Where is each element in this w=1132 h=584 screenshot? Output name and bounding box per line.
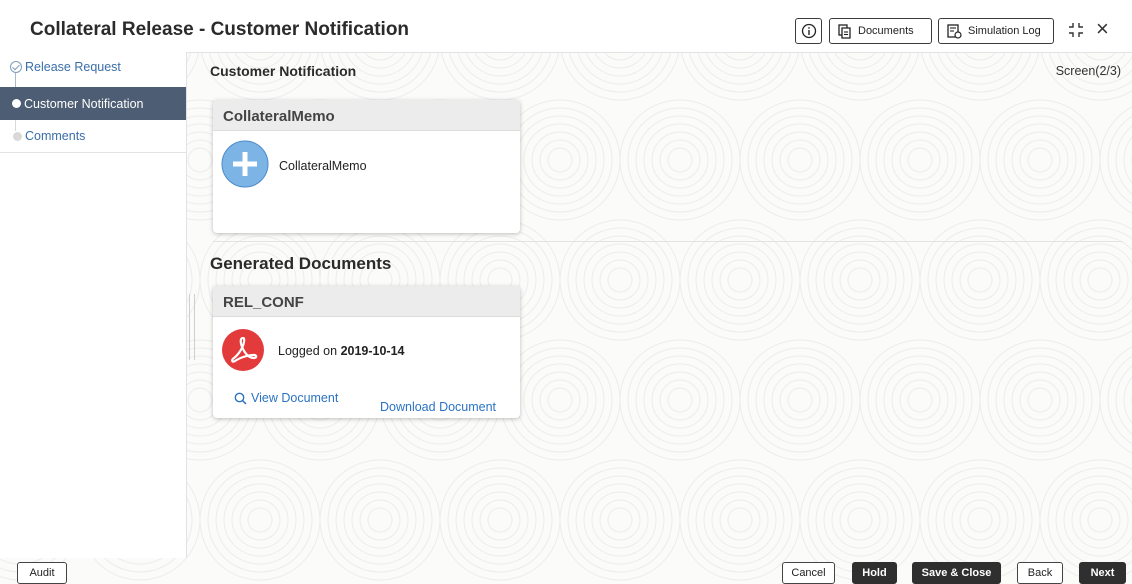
- collateral-memo-card: CollateralMemo CollateralMemo: [213, 100, 520, 233]
- download-document-link[interactable]: Download Document: [380, 400, 496, 414]
- sidebar-item-label: Comments: [25, 129, 86, 143]
- pdf-icon: [222, 329, 264, 371]
- logged-on-prefix: Logged on: [278, 344, 341, 358]
- completed-step-icon: [10, 61, 22, 73]
- add-icon: [221, 140, 269, 188]
- footer-bar: Audit Cancel Hold Save & Close Back Next: [0, 558, 1132, 584]
- sidebar-item-release-request[interactable]: Release Request: [0, 52, 186, 84]
- memo-item-label: CollateralMemo: [279, 159, 367, 173]
- back-button[interactable]: Back: [1017, 562, 1063, 584]
- documents-button[interactable]: Documents: [829, 18, 932, 44]
- view-document-label: View Document: [251, 391, 339, 405]
- resize-handle[interactable]: [189, 294, 195, 360]
- active-step-icon: [12, 99, 21, 108]
- simulation-log-button-label: Simulation Log: [968, 25, 1041, 37]
- logged-on-text: Logged on 2019-10-14: [278, 344, 405, 358]
- view-document-link[interactable]: View Document: [234, 391, 338, 405]
- logged-on-date: 2019-10-14: [340, 344, 405, 358]
- pending-step-icon: [13, 132, 22, 141]
- audit-button[interactable]: Audit: [17, 562, 67, 584]
- add-memo-button[interactable]: [221, 140, 269, 188]
- collapse-icon[interactable]: [1068, 22, 1084, 38]
- section-title: Customer Notification: [210, 63, 357, 79]
- save-and-close-button[interactable]: Save & Close: [912, 562, 1001, 584]
- sidebar: Release Request Customer Notification Co…: [0, 52, 187, 558]
- screen-indicator: Screen(2/3): [1055, 64, 1121, 78]
- info-button[interactable]: [795, 18, 822, 44]
- next-button[interactable]: Next: [1079, 562, 1126, 584]
- header-bar: Collateral Release - Customer Notificati…: [0, 0, 1132, 53]
- page-title: Collateral Release - Customer Notificati…: [30, 19, 410, 40]
- cancel-button[interactable]: Cancel: [782, 562, 835, 584]
- documents-icon: [838, 23, 851, 39]
- info-icon: [801, 23, 816, 39]
- sidebar-item-label: Customer Notification: [24, 97, 144, 111]
- generated-documents-title: Generated Documents: [210, 254, 392, 273]
- search-icon: [234, 392, 247, 405]
- card-title: CollateralMemo: [213, 100, 520, 131]
- close-icon[interactable]: ×: [1096, 18, 1109, 40]
- hold-button[interactable]: Hold: [852, 562, 897, 584]
- sidebar-item-customer-notification[interactable]: Customer Notification: [0, 87, 186, 120]
- simulation-log-button[interactable]: Simulation Log: [938, 18, 1054, 44]
- generated-document-card: REL_CONF Logged on 2019-10-14 View Docum…: [213, 286, 520, 418]
- pdf-document[interactable]: [221, 328, 265, 372]
- sidebar-item-comments[interactable]: Comments: [0, 121, 186, 153]
- documents-button-label: Documents: [858, 25, 914, 37]
- main-content: Customer Notification Screen(2/3) Collat…: [186, 52, 1132, 558]
- section-divider: [213, 241, 1123, 242]
- sidebar-item-label: Release Request: [25, 60, 121, 74]
- card-title: REL_CONF: [213, 286, 520, 317]
- simulation-log-icon: [947, 23, 962, 39]
